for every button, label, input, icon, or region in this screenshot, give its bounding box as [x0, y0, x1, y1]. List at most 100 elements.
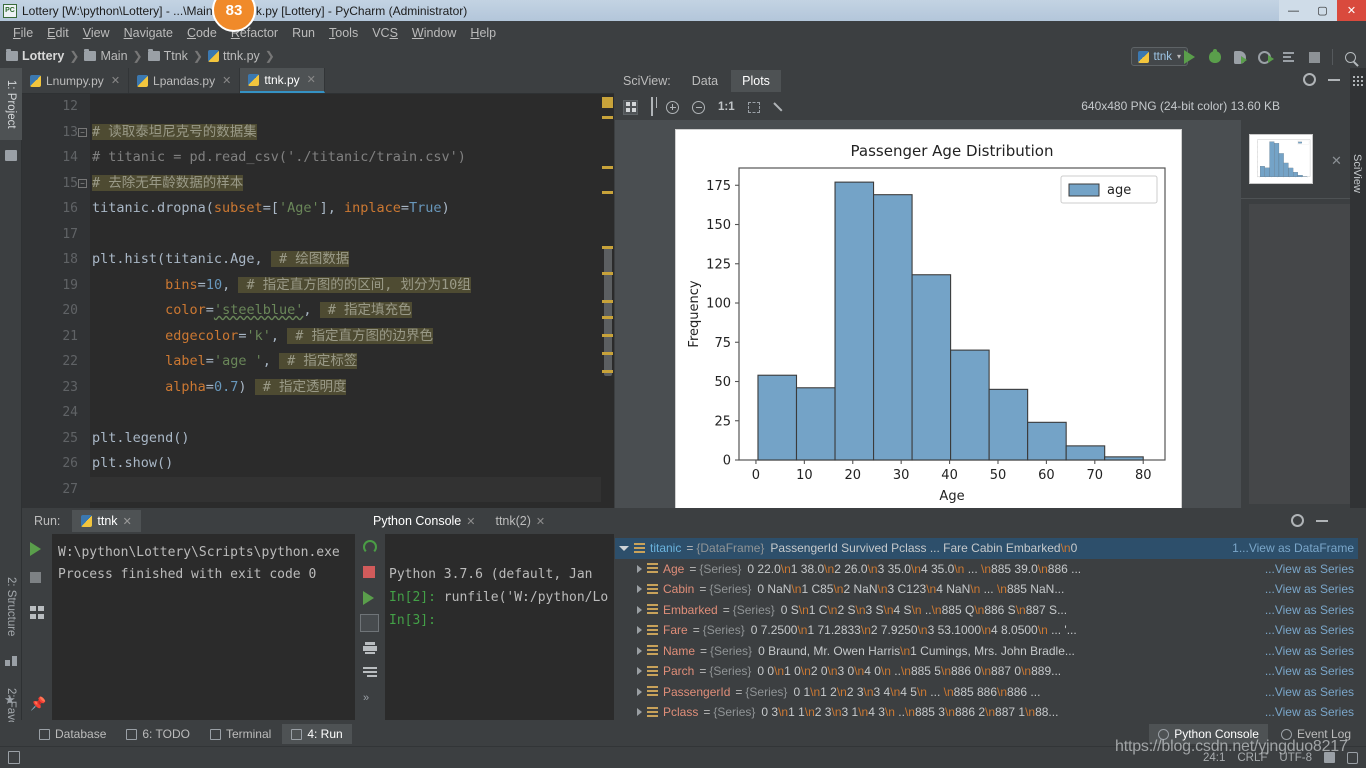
variable-row[interactable]: Fare = {Series} 0 7.2500\n1 71.2833\n2 7.92… — [615, 620, 1358, 641]
breadcrumb-item-lottery[interactable]: Lottery — [6, 49, 64, 63]
close-icon[interactable]: ✕ — [111, 74, 120, 87]
color-picker-icon[interactable] — [773, 101, 786, 114]
view-as-link[interactable]: ...View as Series — [1265, 562, 1354, 576]
scroll-to-end-icon[interactable] — [360, 614, 379, 632]
menu-item-file[interactable]: File — [6, 24, 40, 42]
plot-viewport[interactable]: 0 10 20 30 40 50 60 70 80 0 25 50 75 100 125 150 175 Pass… — [615, 120, 1241, 509]
view-as-link[interactable]: ...View as Series — [1265, 644, 1354, 658]
run-tests-icon[interactable] — [1282, 50, 1297, 65]
zoom-in-icon[interactable] — [666, 100, 679, 114]
run-tab-ttnk[interactable]: ttnk ✕ — [72, 510, 141, 532]
plot-thumbnail[interactable] — [1249, 134, 1313, 184]
chevron-right-icon[interactable] — [637, 667, 642, 676]
minimize-icon[interactable] — [1328, 78, 1340, 81]
tool-window-database[interactable]: Database — [30, 724, 115, 744]
python-console-output[interactable]: Python 3.7.6 (default, Jan In[2]: runfil… — [385, 534, 614, 720]
variable-row[interactable]: Parch = {Series} 0 0\n1 0\n2 0\n3 0\n4 0\n … — [615, 661, 1358, 682]
chevron-right-icon[interactable] — [637, 646, 642, 655]
tool-window-terminal[interactable]: Terminal — [201, 724, 280, 744]
variable-row[interactable]: PassengerId = {Series} 0 1\n1 2\n2 3\n3 4\n… — [615, 682, 1358, 703]
editor-tab-lnumpy-py[interactable]: Lnumpy.py ✕ — [22, 68, 130, 93]
coverage-icon[interactable] — [1232, 50, 1247, 65]
plot-image[interactable]: 0 10 20 30 40 50 60 70 80 0 25 50 75 100 125 150 175 Pass… — [674, 129, 1182, 509]
more-icon[interactable]: » — [363, 692, 369, 704]
close-icon[interactable]: ✕ — [536, 515, 545, 528]
variable-row[interactable]: Name = {Series} 0 Braund, Mr. Owen Harris\n… — [615, 641, 1358, 662]
minimize-icon[interactable] — [1316, 520, 1328, 522]
run-icon[interactable] — [1182, 50, 1197, 65]
tab-python-console[interactable]: Python Console ✕ — [365, 510, 483, 532]
actual-size-icon[interactable]: 1:1 — [718, 101, 735, 113]
execute-icon[interactable] — [363, 591, 374, 605]
tool-window-pythonconsole[interactable]: Python Console — [1149, 724, 1268, 744]
search-everywhere-icon[interactable] — [1343, 50, 1358, 65]
sciview-rail-label[interactable]: SciView — [1351, 154, 1363, 193]
menu-item-run[interactable]: Run — [285, 24, 322, 42]
zoom-out-icon[interactable] — [692, 100, 705, 114]
debug-icon[interactable] — [1207, 49, 1222, 65]
stop-icon[interactable] — [1307, 50, 1322, 65]
view-as-link[interactable]: ...View as Series — [1265, 705, 1354, 719]
chevron-right-icon[interactable] — [637, 605, 642, 614]
caret-position[interactable]: 24:1 — [1203, 752, 1225, 764]
grid-icon[interactable] — [651, 97, 653, 116]
close-icon[interactable]: ✕ — [1331, 153, 1342, 169]
profile-icon[interactable] — [1257, 50, 1274, 65]
hector-icon[interactable] — [1347, 751, 1358, 764]
tab-plots[interactable]: Plots — [731, 70, 781, 92]
variables-table[interactable]: titanic = {DataFrame} PassengerId Survived … — [615, 538, 1358, 720]
menu-item-code[interactable]: Code — [180, 24, 224, 42]
rerun-icon[interactable] — [363, 540, 377, 554]
chevron-right-icon[interactable] — [637, 585, 642, 594]
lock-icon[interactable] — [1324, 752, 1335, 763]
view-as-link[interactable]: ...View as Series — [1265, 603, 1354, 617]
stop-icon[interactable] — [30, 572, 41, 583]
chevron-right-icon[interactable] — [637, 626, 642, 635]
soft-wrap-icon[interactable] — [363, 667, 377, 678]
fold-toggle-icon[interactable]: − — [78, 127, 87, 137]
selection-icon[interactable] — [747, 101, 760, 113]
variable-row[interactable]: titanic = {DataFrame} PassengerId Survived … — [615, 538, 1358, 559]
editor-tab-ttnk-py[interactable]: ttnk.py ✕ — [240, 68, 325, 93]
sidebar-item-structure[interactable]: 2: Structure — [0, 563, 22, 651]
tool-window-run[interactable]: 4: Run — [282, 724, 352, 744]
encoding[interactable]: UTF-8 — [1279, 752, 1312, 764]
close-icon[interactable]: ✕ — [307, 73, 316, 86]
menu-item-view[interactable]: View — [76, 24, 117, 42]
variable-row[interactable]: Cabin = {Series} 0 NaN\n1 C85\n2 NaN\n3 C12… — [615, 579, 1358, 600]
code-editor[interactable]: 12 13− # 读取泰坦尼克号的数据集 14 # titanic = pd.read_… — [22, 94, 614, 508]
run-output-console[interactable]: W:\python\Lottery\Scripts\python.exe Pro… — [52, 534, 369, 720]
chevron-right-icon[interactable] — [637, 564, 642, 573]
maximize-button[interactable]: ▢ — [1308, 0, 1337, 21]
gear-icon[interactable] — [1303, 73, 1316, 86]
breadcrumb-item-main[interactable]: Main — [84, 49, 128, 63]
editor-tab-lpandas-py[interactable]: Lpandas.py ✕ — [129, 68, 241, 93]
sidebar-item-project[interactable]: 1: Project — [0, 68, 22, 140]
print-icon[interactable] — [363, 642, 377, 654]
variable-row[interactable]: Pclass = {Series} 0 3\n1 1\n2 3\n3 1\n4 3\n… — [615, 702, 1358, 720]
print-icon[interactable] — [30, 606, 44, 620]
menu-item-vcs[interactable]: VCS — [365, 24, 405, 42]
view-as-link[interactable]: ...View as Series — [1265, 582, 1354, 596]
tool-window-eventlog[interactable]: Event Log — [1272, 724, 1360, 744]
variable-row[interactable]: Age = {Series} 0 22.0\n1 38.0\n2 26.0\n3 35… — [615, 559, 1358, 580]
chevron-right-icon[interactable] — [637, 687, 642, 696]
menu-item-edit[interactable]: Edit — [40, 24, 76, 42]
menu-item-help[interactable]: Help — [463, 24, 503, 42]
line-separator[interactable]: CRLF — [1237, 752, 1267, 764]
close-icon[interactable]: ✕ — [466, 515, 475, 528]
breadcrumb-item-ttnk-py[interactable]: ttnk.py — [207, 49, 260, 63]
chevron-down-icon[interactable] — [619, 545, 629, 551]
close-icon[interactable]: ✕ — [222, 74, 231, 87]
menu-item-navigate[interactable]: Navigate — [117, 24, 180, 42]
tab-data[interactable]: Data — [681, 70, 729, 92]
fit-to-window-icon[interactable] — [623, 99, 638, 115]
breadcrumb-item-ttnk[interactable]: Ttnk — [147, 49, 188, 63]
view-as-link[interactable]: 1...View as DataFrame — [1232, 541, 1354, 555]
minimize-button[interactable]: — — [1279, 0, 1308, 21]
run-configuration-selector[interactable]: ttnk ▾ — [1131, 47, 1188, 66]
close-button[interactable]: ✕ — [1337, 0, 1366, 21]
menu-item-tools[interactable]: Tools — [322, 24, 365, 42]
editor-scrollbar[interactable] — [601, 94, 614, 508]
close-icon[interactable]: ✕ — [123, 515, 132, 528]
